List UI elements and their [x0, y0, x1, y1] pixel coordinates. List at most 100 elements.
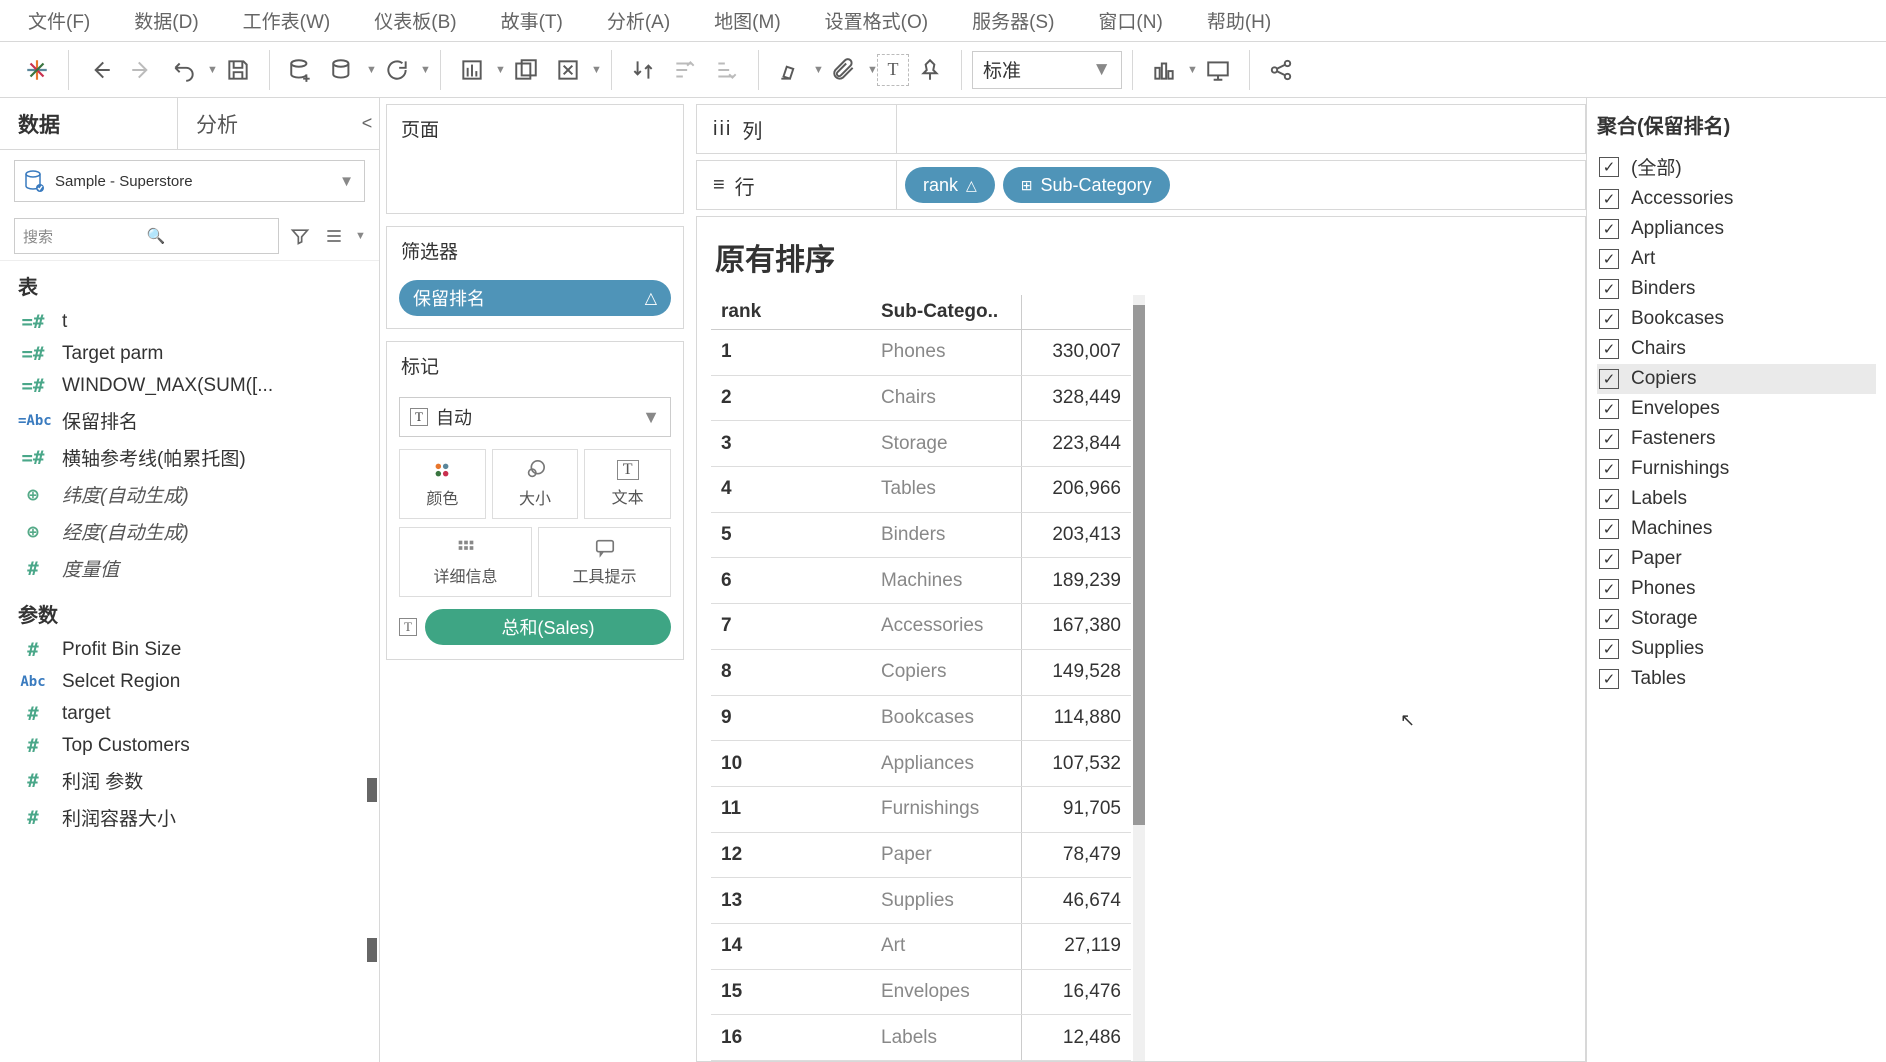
filter-checkbox-item[interactable]: ✓Chairs	[1597, 334, 1876, 364]
back-icon[interactable]	[79, 49, 121, 91]
menu-item[interactable]: 工作表(W)	[221, 0, 353, 42]
table-row[interactable]: 14Art27,119	[711, 923, 1131, 969]
table-row[interactable]: 11Furnishings91,705	[711, 786, 1131, 832]
table-row[interactable]: 13Supplies46,674	[711, 878, 1131, 924]
filter-checkbox-item[interactable]: ✓Art	[1597, 244, 1876, 274]
table-row[interactable]: 16Labels12,486	[711, 1015, 1131, 1061]
table-row[interactable]: 7Accessories167,380	[711, 604, 1131, 650]
view-mode-icon[interactable]	[321, 223, 347, 249]
marks-size[interactable]: 大小	[492, 449, 579, 519]
param-row[interactable]: #利润 参数	[0, 762, 379, 799]
filter-checkbox-item[interactable]: ✓Tables	[1597, 664, 1876, 694]
fit-dropdown[interactable]: 标准 ▼	[972, 51, 1122, 89]
undo-icon[interactable]	[163, 49, 205, 91]
field-row[interactable]: ⊕经度(自动生成)	[0, 513, 379, 550]
clear-sheet-icon[interactable]	[547, 49, 589, 91]
table-row[interactable]: 1Phones330,007	[711, 330, 1131, 376]
table-row[interactable]: 8Copiers149,528	[711, 649, 1131, 695]
table-row[interactable]: 15Envelopes16,476	[711, 969, 1131, 1015]
viz-scrollbar[interactable]	[1133, 295, 1145, 1061]
attach-dropdown[interactable]: ▼	[823, 49, 877, 91]
save-icon[interactable]	[217, 49, 259, 91]
filter-checkbox-item[interactable]: ✓Fasteners	[1597, 424, 1876, 454]
filter-checkbox-item[interactable]: ✓Appliances	[1597, 214, 1876, 244]
menu-item[interactable]: 数据(D)	[112, 0, 220, 42]
showme-icon[interactable]	[1143, 49, 1185, 91]
refresh-icon[interactable]	[376, 49, 418, 91]
menu-item[interactable]: 分析(A)	[585, 0, 692, 42]
collapse-pane-icon[interactable]: <	[355, 98, 379, 149]
datasource-select[interactable]: Sample - Superstore ▼	[14, 160, 365, 202]
param-row[interactable]: #Top Customers	[0, 730, 379, 762]
param-row[interactable]: AbcSelcet Region	[0, 666, 379, 698]
scrollbar-thumb[interactable]	[1133, 305, 1145, 825]
table-row[interactable]: 3Storage223,844	[711, 421, 1131, 467]
filter-checkbox-item[interactable]: ✓Copiers	[1597, 364, 1876, 394]
clear-dropdown[interactable]: ▼	[547, 49, 601, 91]
filter-checkbox-item[interactable]: ✓Storage	[1597, 604, 1876, 634]
table-row[interactable]: 6Machines189,239	[711, 558, 1131, 604]
menu-item[interactable]: 设置格式(O)	[803, 0, 950, 42]
field-row[interactable]: #度量值	[0, 550, 379, 587]
viz-title[interactable]: 原有排序	[711, 225, 1585, 295]
new-worksheet-dropdown[interactable]: ▼	[451, 49, 505, 91]
scrollbar-thumb[interactable]	[367, 778, 377, 802]
table-row[interactable]: 10Appliances107,532	[711, 741, 1131, 787]
menu-item[interactable]: 仪表板(B)	[352, 0, 478, 42]
marks-type-select[interactable]: T 自动 ▼	[399, 397, 671, 437]
filter-checkbox-item[interactable]: ✓Paper	[1597, 544, 1876, 574]
filter-checkbox-item[interactable]: ✓Accessories	[1597, 184, 1876, 214]
search-input[interactable]: 搜索 🔍	[14, 218, 279, 254]
forward-icon[interactable]	[121, 49, 163, 91]
field-row[interactable]: ⊕纬度(自动生成)	[0, 476, 379, 513]
filters-shelf[interactable]: 筛选器 保留排名 △	[386, 226, 684, 329]
menu-item[interactable]: 文件(F)	[6, 0, 112, 42]
filter-checkbox-item[interactable]: ✓Bookcases	[1597, 304, 1876, 334]
field-row[interactable]: =#Target parm	[0, 338, 379, 370]
columns-shelf[interactable]: iii 列	[696, 104, 1586, 154]
field-row[interactable]: =#横轴参考线(帕累托图)	[0, 439, 379, 476]
text-pill[interactable]: 总和(Sales)	[425, 609, 671, 645]
new-datasource-icon[interactable]	[280, 49, 322, 91]
param-row[interactable]: #Profit Bin Size	[0, 634, 379, 666]
text-label-icon[interactable]: T	[877, 54, 909, 86]
share-icon[interactable]	[1260, 49, 1302, 91]
showme-dropdown[interactable]: ▼	[1143, 49, 1197, 91]
highlight-dropdown[interactable]: ▼	[769, 49, 823, 91]
menu-item[interactable]: 故事(T)	[479, 0, 585, 42]
field-row[interactable]: =#t	[0, 306, 379, 338]
pages-shelf[interactable]: 页面	[386, 104, 684, 214]
marks-detail[interactable]: 详细信息	[399, 527, 532, 597]
filter-checkbox-item[interactable]: ✓Phones	[1597, 574, 1876, 604]
field-row[interactable]: =#WINDOW_MAX(SUM([...	[0, 370, 379, 402]
undo-dropdown[interactable]: ▼	[163, 49, 217, 91]
presentation-icon[interactable]	[1197, 49, 1239, 91]
field-row[interactable]: =Abc保留排名	[0, 402, 379, 439]
col-header-sub[interactable]: Sub-Catego..	[871, 295, 1021, 330]
table-row[interactable]: 4Tables206,966	[711, 467, 1131, 513]
datasource-refresh-icon[interactable]	[322, 49, 364, 91]
rows-shelf[interactable]: ≡ 行 rank△⊞Sub-Category	[696, 160, 1586, 210]
tab-data[interactable]: 数据	[0, 98, 178, 149]
marks-text[interactable]: T 文本	[584, 449, 671, 519]
swap-icon[interactable]	[622, 49, 664, 91]
highlight-icon[interactable]	[769, 49, 811, 91]
row-pill[interactable]: ⊞Sub-Category	[1003, 167, 1170, 203]
refresh-dropdown[interactable]: ▼	[322, 49, 376, 91]
param-row[interactable]: #target	[0, 698, 379, 730]
scrollbar-thumb[interactable]	[367, 938, 377, 962]
tab-analytics[interactable]: 分析	[178, 98, 355, 149]
sort-desc-icon[interactable]	[706, 49, 748, 91]
table-row[interactable]: 12Paper78,479	[711, 832, 1131, 878]
filter-checkbox-item[interactable]: ✓Labels	[1597, 484, 1876, 514]
pin-icon[interactable]	[909, 49, 951, 91]
menu-item[interactable]: 服务器(S)	[950, 0, 1076, 42]
autoupdate-dropdown[interactable]: ▼	[376, 49, 430, 91]
paperclip-icon[interactable]	[823, 49, 865, 91]
marks-tooltip[interactable]: 工具提示	[538, 527, 671, 597]
col-header-rank[interactable]: rank	[711, 295, 871, 330]
filter-pill[interactable]: 保留排名 △	[399, 280, 671, 316]
menu-item[interactable]: 地图(M)	[692, 0, 802, 42]
table-row[interactable]: 9Bookcases114,880	[711, 695, 1131, 741]
table-row[interactable]: 5Binders203,413	[711, 512, 1131, 558]
